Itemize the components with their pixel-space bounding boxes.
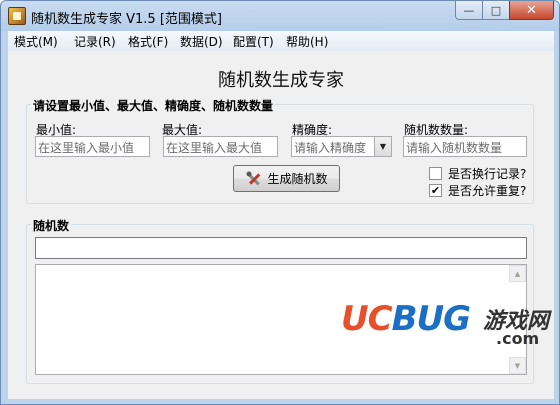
scroll-down-icon[interactable]: ▼ — [509, 357, 526, 374]
watermark: UCBUG 游戏网 .com — [341, 299, 549, 348]
scroll-up-icon[interactable]: ▲ — [509, 265, 526, 282]
max-input[interactable]: 在这里输入最大值 — [163, 136, 278, 157]
allow-duplicate-option[interactable]: ✔ 是否允许重复? — [429, 182, 526, 199]
app-window: 随机数生成专家 V1.5 [范围模式] — □ ✕ 模式(M) 记录(R) 格式… — [0, 0, 560, 405]
allow-duplicate-label: 是否允许重复? — [448, 184, 527, 198]
caption-buttons: — □ ✕ — [455, 1, 554, 21]
newline-record-label: 是否换行记录? — [448, 167, 527, 181]
menu-mode[interactable]: 模式(M) — [14, 33, 58, 50]
watermark-domain: .com — [496, 329, 540, 348]
generate-button[interactable]: 生成随机数 — [233, 165, 340, 192]
precision-placeholder: 请输入精确度 — [294, 141, 367, 155]
result-group-label: 随机数 — [31, 217, 72, 234]
menu-data[interactable]: 数据(D) — [180, 33, 223, 50]
menu-help[interactable]: 帮助(H) — [286, 33, 328, 50]
tools-icon — [245, 170, 263, 188]
app-icon[interactable] — [8, 7, 26, 25]
allow-duplicate-checkbox[interactable]: ✔ — [429, 184, 442, 197]
page-title: 随机数生成专家 — [218, 70, 344, 91]
maximize-button[interactable]: □ — [482, 1, 509, 20]
menu-format[interactable]: 格式(F) — [128, 33, 168, 50]
watermark-uc: UC — [341, 299, 393, 339]
close-button[interactable]: ✕ — [509, 1, 554, 20]
precision-select[interactable]: 请输入精确度 ▼ — [291, 136, 392, 157]
watermark-bug: BUG — [391, 299, 471, 339]
current-random-field[interactable] — [35, 237, 527, 259]
settings-group-label: 请设置最小值、最大值、精确度、随机数数量 — [31, 97, 276, 114]
minimize-button[interactable]: — — [455, 1, 482, 20]
newline-record-option[interactable]: 是否换行记录? — [429, 165, 526, 182]
menu-bar: 模式(M) 记录(R) 格式(F) 数据(D) 配置(T) 帮助(H) — [8, 31, 554, 51]
chevron-down-icon[interactable]: ▼ — [374, 137, 391, 156]
window-title: 随机数生成专家 V1.5 [范围模式] — [31, 12, 222, 27]
generate-button-label: 生成随机数 — [267, 172, 328, 186]
newline-record-checkbox[interactable] — [429, 167, 442, 180]
client-area: 随机数生成专家 请设置最小值、最大值、精确度、随机数数量 最小值: 在这里输入最… — [8, 51, 554, 399]
menu-record[interactable]: 记录(R) — [74, 33, 116, 50]
count-input[interactable]: 请输入随机数数量 — [403, 136, 527, 157]
menu-config[interactable]: 配置(T) — [233, 33, 274, 50]
title-bar[interactable]: 随机数生成专家 V1.5 [范围模式] — □ ✕ — [1, 1, 559, 31]
min-input[interactable]: 在这里输入最小值 — [35, 136, 150, 157]
